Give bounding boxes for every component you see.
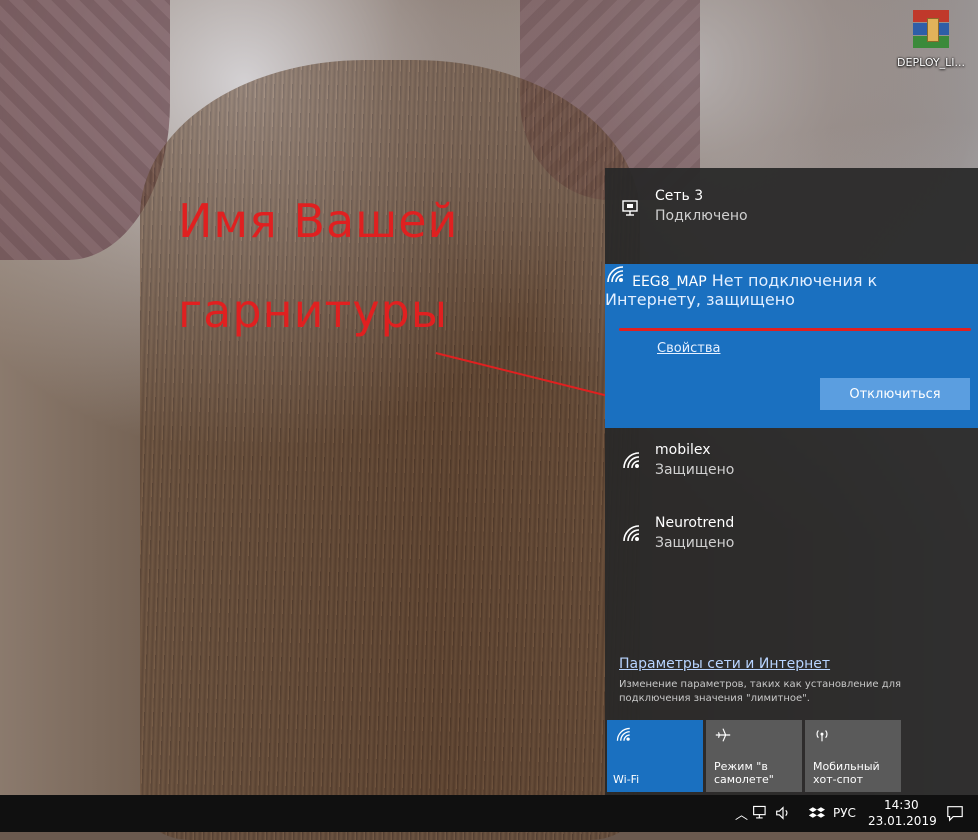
network-item-wired[interactable]: Сеть 3 Подключено [605, 186, 978, 246]
annotation-text: Имя Вашей гарнитуры [178, 176, 458, 356]
annotation-line-2: гарнитуры [178, 284, 449, 338]
winrar-archive-icon [909, 8, 953, 52]
hotspot-icon [813, 726, 831, 744]
ethernet-monitor-icon [621, 198, 643, 220]
network-status: Защищено [655, 462, 735, 478]
network-item-mobilex[interactable]: mobilex Защищено [605, 440, 978, 500]
wifi-icon [621, 450, 643, 472]
network-item-connected[interactable]: EEG8_MAP Нет подключения к Интернету, за… [605, 264, 978, 428]
desktop-icon-deploy[interactable]: DEPLOY_LI... [888, 6, 974, 69]
network-name: Сеть 3 [655, 188, 704, 204]
clock-date[interactable]: 23.01.2019 [868, 814, 937, 828]
network-name: Neurotrend [655, 515, 735, 531]
volume-icon[interactable] [774, 804, 792, 826]
wifi-icon [605, 266, 632, 290]
show-hidden-icons-chevron-icon[interactable]: ︿ [735, 804, 748, 823]
clock-time[interactable]: 14:30 [884, 798, 919, 812]
network-tray-icon[interactable] [752, 804, 770, 826]
wifi-icon [615, 726, 633, 744]
tile-label: Мобильный хот-спот [813, 760, 880, 786]
desktop-icon-label: DEPLOY_LI... [897, 56, 965, 69]
tile-label: Режим "в самолете" [714, 760, 774, 786]
disconnect-button[interactable]: Отключиться [820, 378, 970, 410]
annotation-line-1: Имя Вашей [178, 194, 459, 248]
action-center-icon[interactable] [946, 804, 964, 826]
airplane-mode-tile[interactable]: Режим "в самолете" [706, 720, 802, 792]
airplane-icon [714, 726, 732, 744]
annotation-underline [619, 328, 971, 331]
network-flyout: Сеть 3 Подключено EEG8_MAP Нет подключен… [605, 168, 978, 795]
network-name: EEG8_MAP [632, 274, 707, 290]
network-status: Подключено [655, 208, 748, 224]
network-settings-link[interactable]: Параметры сети и Интернет [619, 656, 830, 672]
wifi-tile[interactable]: Wi-Fi [607, 720, 703, 792]
network-name: mobilex [655, 442, 711, 458]
network-status: Защищено [655, 535, 735, 551]
mobile-hotspot-tile[interactable]: Мобильный хот-спот [805, 720, 901, 792]
properties-link[interactable]: Свойства [657, 341, 721, 356]
dropbox-icon[interactable] [808, 804, 826, 826]
wifi-icon [621, 523, 643, 545]
network-settings-description: Изменение параметров, таких как установл… [619, 679, 902, 704]
tile-label: Wi-Fi [613, 773, 640, 786]
taskbar: ︿ РУС 14:30 23.01.2019 [0, 795, 978, 832]
network-item-neurotrend[interactable]: Neurotrend Защищено [605, 513, 978, 573]
language-indicator[interactable]: РУС [833, 806, 856, 820]
